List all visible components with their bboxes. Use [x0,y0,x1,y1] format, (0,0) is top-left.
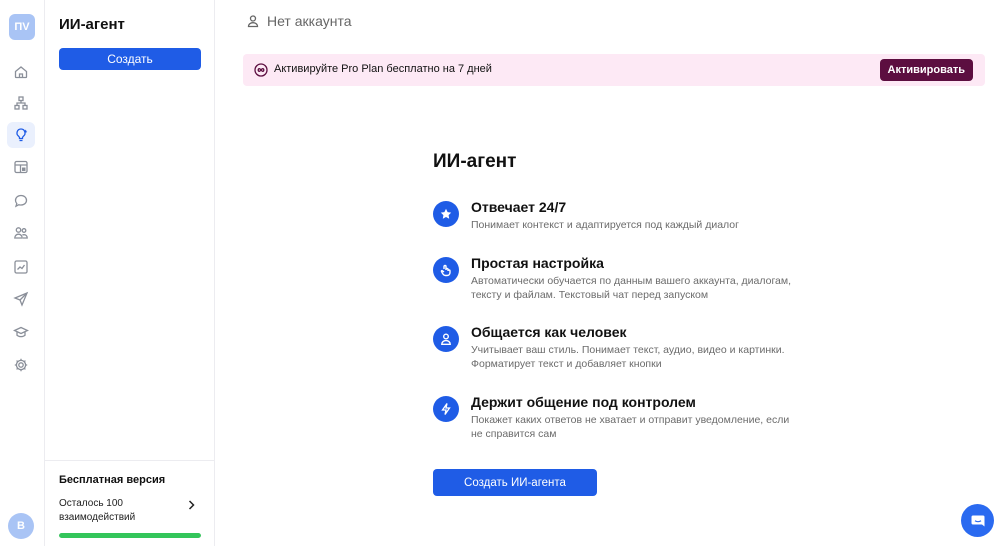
users-icon[interactable] [7,220,35,246]
lightning-icon [433,396,459,422]
home-icon[interactable] [7,59,35,85]
graduation-cap-icon[interactable] [7,319,35,345]
lightbulb-icon[interactable] [7,122,35,148]
panel-title: ИИ-агент [59,16,125,33]
feature-title: Общается как человек [471,324,627,340]
feature-desc: Учитывает ваш стиль. Понимает текст, ауд… [471,344,785,370]
person-icon [433,326,459,352]
plan-box[interactable]: Бесплатная версия Осталось 100 взаимодей… [45,460,215,546]
feature-desc: Автоматически обучается по данным вашего… [471,275,792,301]
send-icon[interactable] [7,286,35,312]
plan-remaining: Осталось 100 взаимодействий [59,498,136,523]
user-icon [247,15,259,28]
workspace-avatar[interactable]: ПV [9,14,35,40]
chevron-right-icon[interactable] [185,499,197,511]
plan-title: Бесплатная версия [59,474,166,486]
page-title: ИИ-агент [433,151,517,172]
setup-icon [433,257,459,283]
infinity-icon [254,63,268,77]
star-icon [433,201,459,227]
feature-desc: Понимает контекст и адаптируется под каж… [471,219,739,231]
account-status[interactable]: Нет аккаунта [246,13,351,29]
promo-banner: Активируйте Pro Plan бесплатно на 7 дней… [243,54,985,86]
chat-bubble-icon [971,515,984,526]
create-agent-button[interactable]: Создать ИИ-агента [433,469,597,496]
sitemap-icon[interactable] [7,90,35,116]
feature-desc: Покажет каких ответов не хватает и отпра… [471,414,790,440]
icon-rail: ПV B [0,0,45,546]
feature-title: Отвечает 24/7 [471,199,567,215]
promo-text: Активируйте Pro Plan бесплатно на 7 дней [274,63,492,75]
activate-button[interactable]: Активировать [879,59,973,81]
side-panel: ИИ-агент Создать Бесплатная версия Остал… [45,0,215,546]
support-chat-button[interactable] [961,504,994,537]
settings-icon[interactable] [7,352,35,378]
feature-title: Простая настройка [471,255,604,271]
chart-icon[interactable] [7,254,35,280]
feature-title: Держит общение под контролем [471,394,696,410]
account-label: Нет аккаунта [267,13,352,29]
plan-progress-bar [59,533,201,538]
user-avatar[interactable]: B [8,513,34,539]
plan-progress-fill [59,533,201,538]
create-button[interactable]: Создать [59,48,201,70]
table-icon[interactable] [7,154,35,180]
chat-icon[interactable] [7,188,35,214]
